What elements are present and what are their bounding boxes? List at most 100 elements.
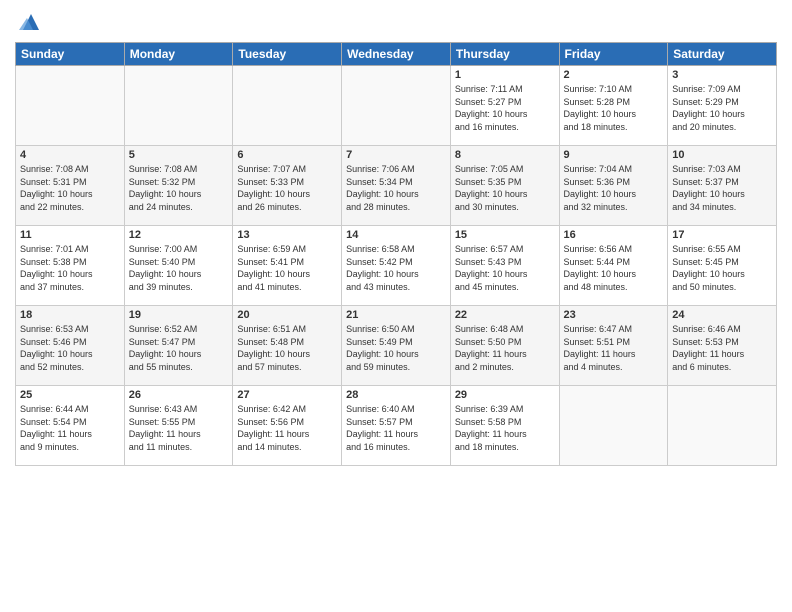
day-info: Sunrise: 6:53 AM Sunset: 5:46 PM Dayligh… <box>20 323 120 373</box>
week-row-1: 1Sunrise: 7:11 AM Sunset: 5:27 PM Daylig… <box>16 66 777 146</box>
day-cell: 23 Sunrise: 6:47 AM Sunset: 5:51 PM Dayli… <box>559 306 668 386</box>
calendar-body: 1Sunrise: 7:11 AM Sunset: 5:27 PM Daylig… <box>16 66 777 466</box>
day-cell: 4 Sunrise: 7:08 AM Sunset: 5:31 PM Daylig… <box>16 146 125 226</box>
day-cell: 8 Sunrise: 7:05 AM Sunset: 5:35 PM Daylig… <box>450 146 559 226</box>
day-cell <box>342 66 451 146</box>
day-cell: 15Sunrise: 6:57 AM Sunset: 5:43 PM Dayli… <box>450 226 559 306</box>
day-info: Sunrise: 6:44 AM Sunset: 5:54 PM Dayligh… <box>20 403 120 453</box>
day-info: Sunrise: 6:43 AM Sunset: 5:55 PM Dayligh… <box>129 403 229 453</box>
day-cell: 18 Sunrise: 6:53 AM Sunset: 5:46 PM Dayli… <box>16 306 125 386</box>
day-cell: 25 Sunrise: 6:44 AM Sunset: 5:54 PM Dayli… <box>16 386 125 466</box>
day-info: Sunrise: 6:56 AM Sunset: 5:44 PM Dayligh… <box>564 243 664 293</box>
day-number: 25 <box>20 389 120 401</box>
day-info: Sunrise: 6:42 AM Sunset: 5:56 PM Dayligh… <box>237 403 337 453</box>
day-number: 4 <box>20 149 120 161</box>
day-number: 14 <box>346 229 446 241</box>
day-cell: 13Sunrise: 6:59 AM Sunset: 5:41 PM Dayli… <box>233 226 342 306</box>
col-header-friday: Friday <box>559 43 668 66</box>
week-row-5: 25 Sunrise: 6:44 AM Sunset: 5:54 PM Dayli… <box>16 386 777 466</box>
header <box>15 10 777 34</box>
day-number: 7 <box>346 149 446 161</box>
day-info: Sunrise: 7:03 AM Sunset: 5:37 PM Dayligh… <box>672 163 772 213</box>
day-info: Sunrise: 7:08 AM Sunset: 5:31 PM Dayligh… <box>20 163 120 213</box>
day-info: Sunrise: 6:58 AM Sunset: 5:42 PM Dayligh… <box>346 243 446 293</box>
week-row-3: 11 Sunrise: 7:01 AM Sunset: 5:38 PM Dayli… <box>16 226 777 306</box>
day-cell: 19 Sunrise: 6:52 AM Sunset: 5:47 PM Dayli… <box>124 306 233 386</box>
day-cell: 1Sunrise: 7:11 AM Sunset: 5:27 PM Daylig… <box>450 66 559 146</box>
day-cell <box>668 386 777 466</box>
day-number: 23 <box>564 309 664 321</box>
day-info: Sunrise: 6:52 AM Sunset: 5:47 PM Dayligh… <box>129 323 229 373</box>
day-info: Sunrise: 6:48 AM Sunset: 5:50 PM Dayligh… <box>455 323 555 373</box>
day-number: 20 <box>237 309 337 321</box>
day-cell: 11 Sunrise: 7:01 AM Sunset: 5:38 PM Dayli… <box>16 226 125 306</box>
day-cell: 16Sunrise: 6:56 AM Sunset: 5:44 PM Dayli… <box>559 226 668 306</box>
col-header-thursday: Thursday <box>450 43 559 66</box>
calendar-header: SundayMondayTuesdayWednesdayThursdayFrid… <box>16 43 777 66</box>
day-number: 27 <box>237 389 337 401</box>
day-number: 21 <box>346 309 446 321</box>
day-info: Sunrise: 7:09 AM Sunset: 5:29 PM Dayligh… <box>672 83 772 133</box>
day-number: 19 <box>129 309 229 321</box>
day-number: 24 <box>672 309 772 321</box>
day-cell: 3 Sunrise: 7:09 AM Sunset: 5:29 PM Daylig… <box>668 66 777 146</box>
col-header-tuesday: Tuesday <box>233 43 342 66</box>
day-number: 22 <box>455 309 555 321</box>
day-cell: 24 Sunrise: 6:46 AM Sunset: 5:53 PM Dayli… <box>668 306 777 386</box>
day-cell: 20 Sunrise: 6:51 AM Sunset: 5:48 PM Dayli… <box>233 306 342 386</box>
day-info: Sunrise: 6:39 AM Sunset: 5:58 PM Dayligh… <box>455 403 555 453</box>
day-cell <box>124 66 233 146</box>
day-cell: 14 Sunrise: 6:58 AM Sunset: 5:42 PM Dayli… <box>342 226 451 306</box>
logo <box>15 10 43 34</box>
day-cell: 2Sunrise: 7:10 AM Sunset: 5:28 PM Daylig… <box>559 66 668 146</box>
day-number: 1 <box>455 69 555 81</box>
day-number: 11 <box>20 229 120 241</box>
day-info: Sunrise: 7:01 AM Sunset: 5:38 PM Dayligh… <box>20 243 120 293</box>
day-cell: 12 Sunrise: 7:00 AM Sunset: 5:40 PM Dayli… <box>124 226 233 306</box>
page: SundayMondayTuesdayWednesdayThursdayFrid… <box>0 0 792 612</box>
day-info: Sunrise: 7:06 AM Sunset: 5:34 PM Dayligh… <box>346 163 446 213</box>
day-cell: 29 Sunrise: 6:39 AM Sunset: 5:58 PM Dayli… <box>450 386 559 466</box>
day-number: 15 <box>455 229 555 241</box>
day-cell: 5Sunrise: 7:08 AM Sunset: 5:32 PM Daylig… <box>124 146 233 226</box>
day-info: Sunrise: 7:07 AM Sunset: 5:33 PM Dayligh… <box>237 163 337 213</box>
day-cell: 28Sunrise: 6:40 AM Sunset: 5:57 PM Dayli… <box>342 386 451 466</box>
col-header-saturday: Saturday <box>668 43 777 66</box>
day-info: Sunrise: 7:10 AM Sunset: 5:28 PM Dayligh… <box>564 83 664 133</box>
day-info: Sunrise: 7:04 AM Sunset: 5:36 PM Dayligh… <box>564 163 664 213</box>
day-number: 18 <box>20 309 120 321</box>
day-number: 3 <box>672 69 772 81</box>
day-info: Sunrise: 6:46 AM Sunset: 5:53 PM Dayligh… <box>672 323 772 373</box>
week-row-4: 18 Sunrise: 6:53 AM Sunset: 5:46 PM Dayli… <box>16 306 777 386</box>
day-number: 29 <box>455 389 555 401</box>
day-number: 10 <box>672 149 772 161</box>
day-cell <box>559 386 668 466</box>
day-number: 26 <box>129 389 229 401</box>
day-number: 13 <box>237 229 337 241</box>
day-cell: 6 Sunrise: 7:07 AM Sunset: 5:33 PM Daylig… <box>233 146 342 226</box>
day-cell <box>16 66 125 146</box>
day-cell: 17Sunrise: 6:55 AM Sunset: 5:45 PM Dayli… <box>668 226 777 306</box>
day-info: Sunrise: 7:05 AM Sunset: 5:35 PM Dayligh… <box>455 163 555 213</box>
header-row: SundayMondayTuesdayWednesdayThursdayFrid… <box>16 43 777 66</box>
day-cell: 26 Sunrise: 6:43 AM Sunset: 5:55 PM Dayli… <box>124 386 233 466</box>
col-header-monday: Monday <box>124 43 233 66</box>
col-header-sunday: Sunday <box>16 43 125 66</box>
day-info: Sunrise: 6:55 AM Sunset: 5:45 PM Dayligh… <box>672 243 772 293</box>
day-info: Sunrise: 6:40 AM Sunset: 5:57 PM Dayligh… <box>346 403 446 453</box>
day-info: Sunrise: 7:00 AM Sunset: 5:40 PM Dayligh… <box>129 243 229 293</box>
day-cell: 27 Sunrise: 6:42 AM Sunset: 5:56 PM Dayli… <box>233 386 342 466</box>
day-cell <box>233 66 342 146</box>
day-number: 6 <box>237 149 337 161</box>
day-info: Sunrise: 6:47 AM Sunset: 5:51 PM Dayligh… <box>564 323 664 373</box>
day-cell: 7 Sunrise: 7:06 AM Sunset: 5:34 PM Daylig… <box>342 146 451 226</box>
day-cell: 22 Sunrise: 6:48 AM Sunset: 5:50 PM Dayli… <box>450 306 559 386</box>
day-info: Sunrise: 6:51 AM Sunset: 5:48 PM Dayligh… <box>237 323 337 373</box>
col-header-wednesday: Wednesday <box>342 43 451 66</box>
day-info: Sunrise: 6:50 AM Sunset: 5:49 PM Dayligh… <box>346 323 446 373</box>
day-cell: 21 Sunrise: 6:50 AM Sunset: 5:49 PM Dayli… <box>342 306 451 386</box>
day-number: 12 <box>129 229 229 241</box>
day-number: 8 <box>455 149 555 161</box>
day-info: Sunrise: 7:08 AM Sunset: 5:32 PM Dayligh… <box>129 163 229 213</box>
day-cell: 10 Sunrise: 7:03 AM Sunset: 5:37 PM Dayli… <box>668 146 777 226</box>
